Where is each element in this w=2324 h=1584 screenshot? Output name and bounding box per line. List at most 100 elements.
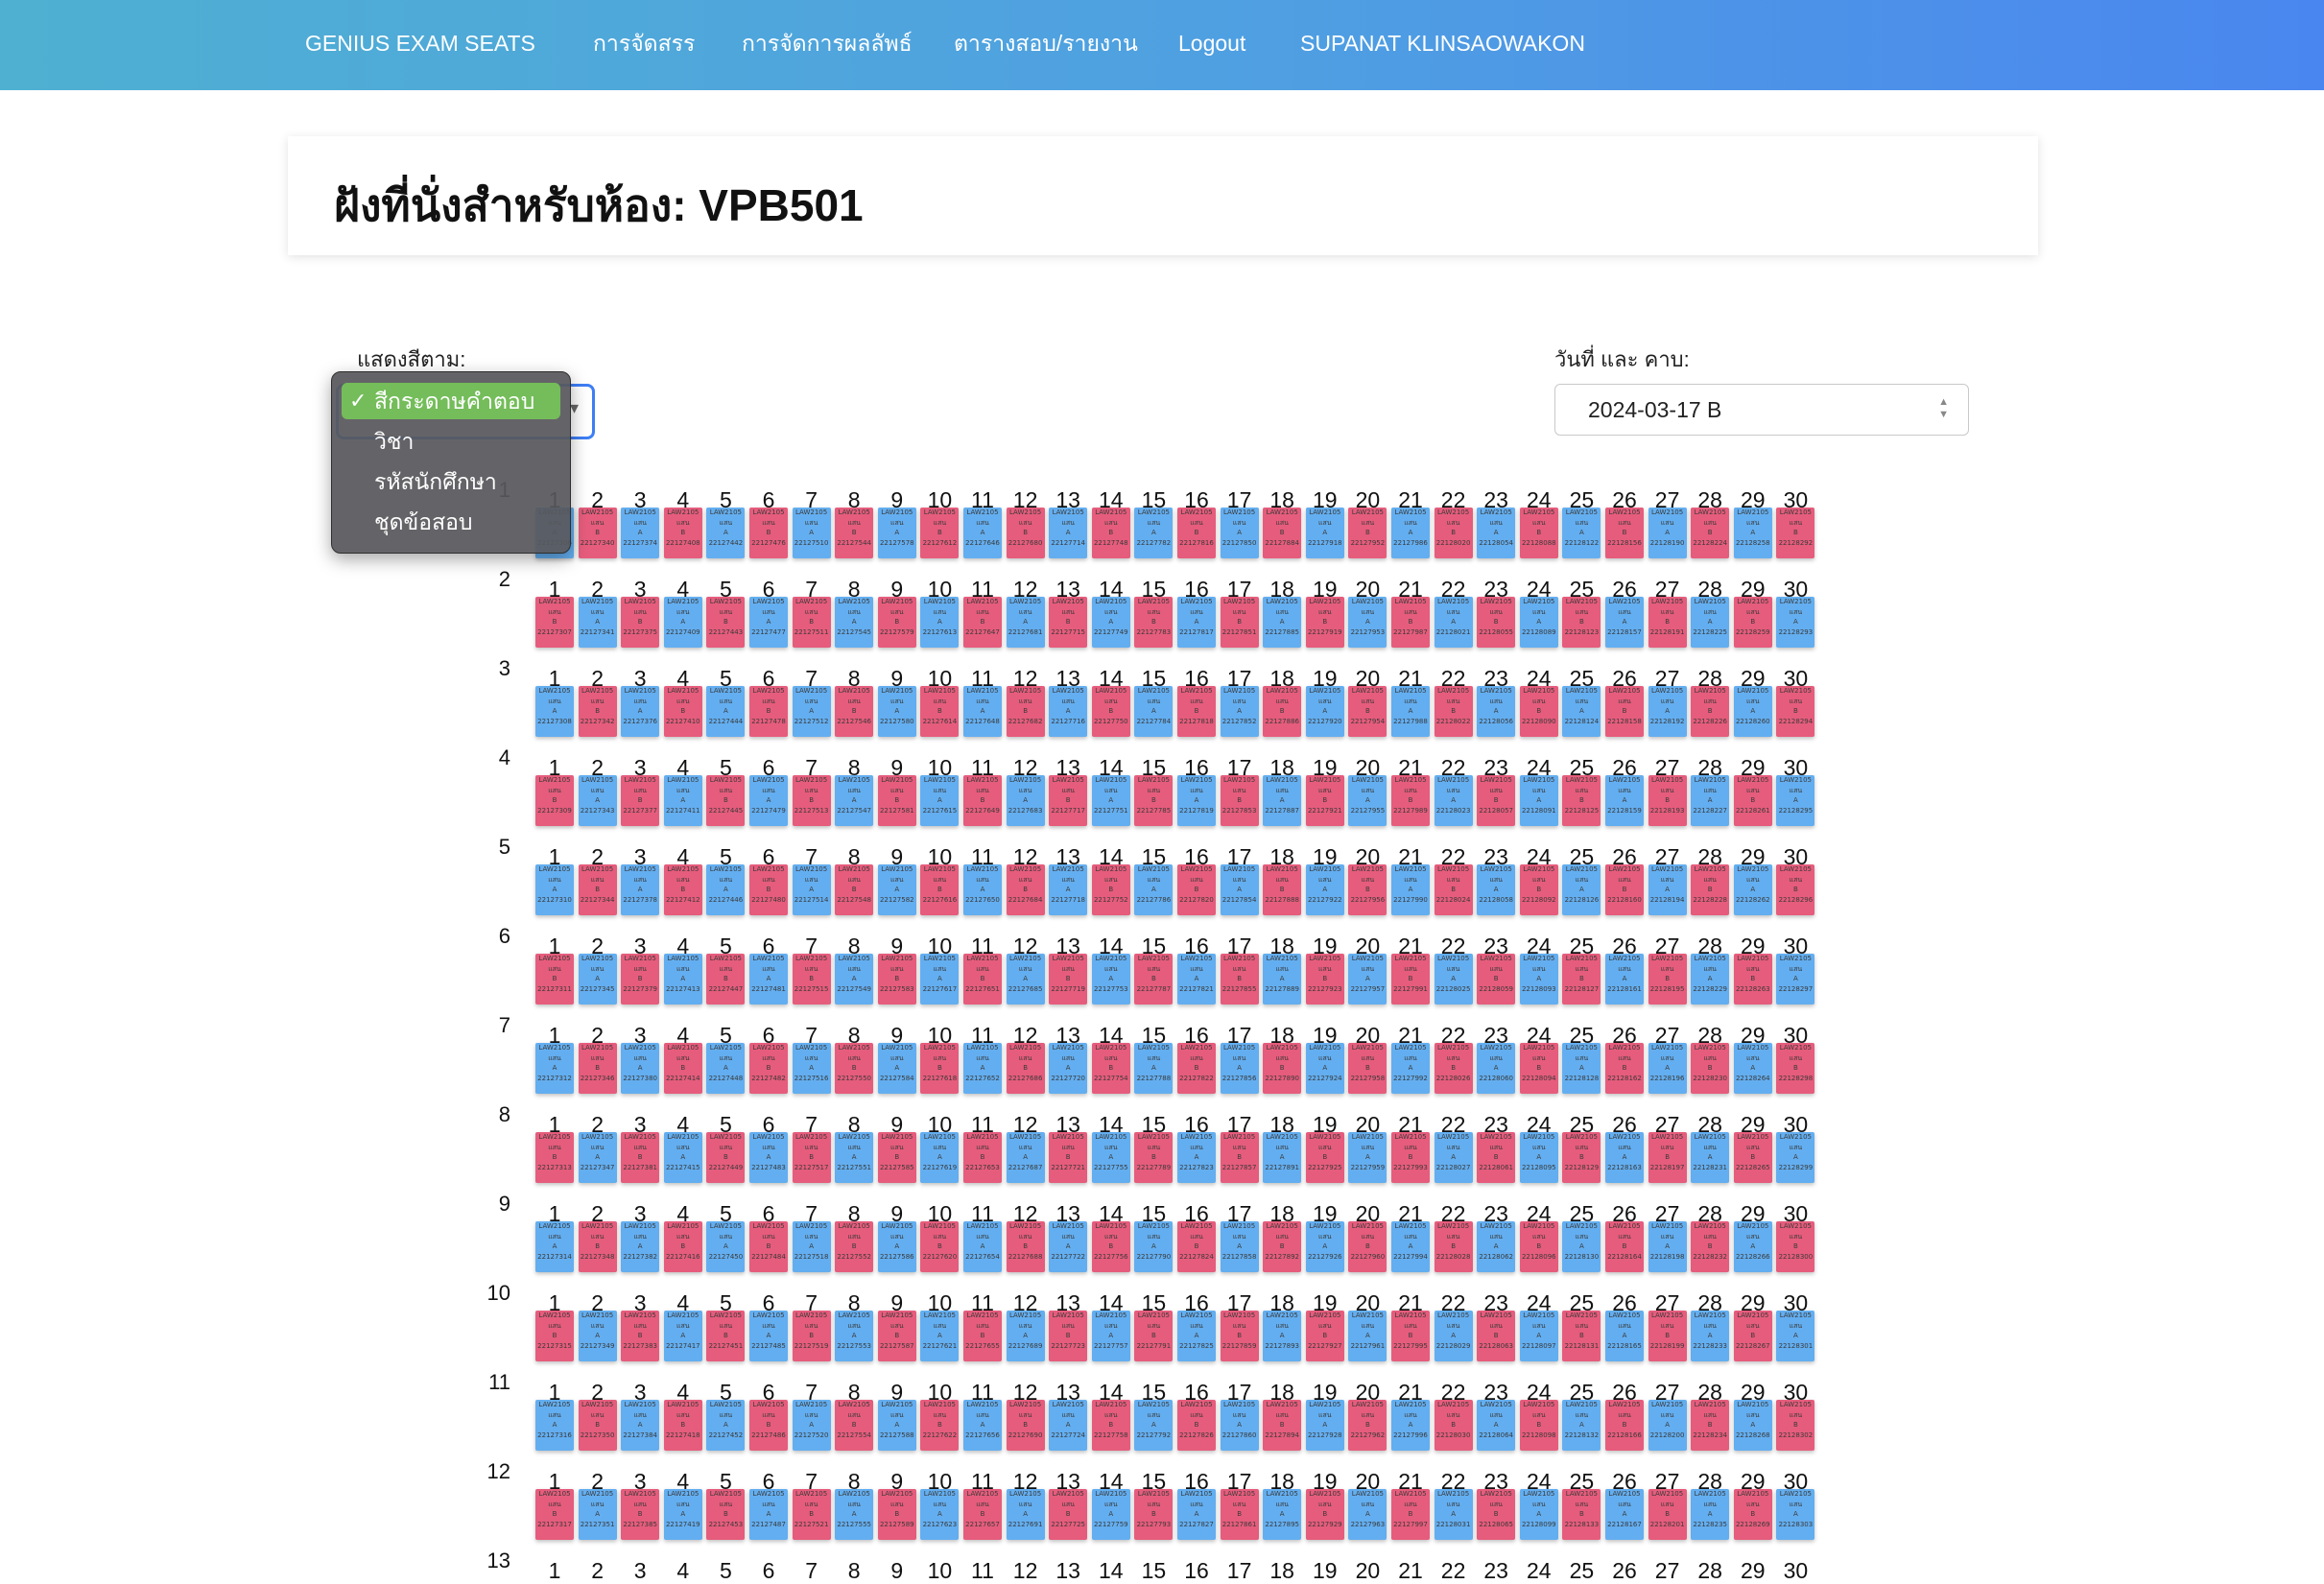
seat[interactable]: LAW2105 แสน B 22128156: [1605, 508, 1644, 558]
seat[interactable]: LAW2105 แสน A 22127759: [1091, 1489, 1130, 1540]
seat[interactable]: LAW2105 แสน A 22127588: [877, 1400, 916, 1451]
seat[interactable]: LAW2105 แสน B 22127379: [621, 954, 660, 1005]
seat[interactable]: LAW2105 แสน B 22127927: [1305, 1311, 1344, 1361]
seat[interactable]: LAW2105 แสน A 22128095: [1519, 1132, 1558, 1183]
seat[interactable]: LAW2105 แสน A 22127751: [1091, 775, 1130, 826]
color-option-answer-sheet[interactable]: ✓ สีกระดาษคำตอบ: [342, 383, 560, 419]
seat[interactable]: LAW2105 แสน A 22127411: [663, 775, 702, 826]
seat[interactable]: LAW2105 แสน A 22127413: [663, 954, 702, 1005]
seat[interactable]: LAW2105 แสน A 22127646: [963, 508, 1002, 558]
seat[interactable]: LAW2105 แสน B 22127962: [1348, 1400, 1387, 1451]
seat[interactable]: LAW2105 แสน B 22127725: [1049, 1489, 1088, 1540]
seat[interactable]: LAW2105 แสน B 22127997: [1391, 1489, 1430, 1540]
seat[interactable]: LAW2105 แสน A 22128029: [1434, 1311, 1473, 1361]
seat[interactable]: LAW2105 แสน B 22127517: [792, 1132, 831, 1183]
seat[interactable]: LAW2105 แสน B 22128228: [1691, 864, 1730, 915]
seat[interactable]: LAW2105 แสน B 22127515: [792, 954, 831, 1005]
seat[interactable]: LAW2105 แสน A 22127654: [963, 1221, 1002, 1272]
seat[interactable]: LAW2105 แสน A 22128025: [1434, 954, 1473, 1005]
seat[interactable]: LAW2105 แสน B 22127921: [1305, 775, 1344, 826]
seat[interactable]: LAW2105 แสน B 22127383: [621, 1311, 660, 1361]
seat[interactable]: LAW2105 แสน A 22127996: [1391, 1400, 1430, 1451]
seat[interactable]: LAW2105 แสน B 22127888: [1263, 864, 1302, 915]
seat[interactable]: LAW2105 แสน B 22128265: [1733, 1132, 1772, 1183]
seat[interactable]: LAW2105 แสน B 22127721: [1049, 1132, 1088, 1183]
seat[interactable]: LAW2105 แสน A 22127551: [835, 1132, 874, 1183]
seat[interactable]: LAW2105 แสน B 22127960: [1348, 1221, 1387, 1272]
seat[interactable]: LAW2105 แสน B 22128232: [1691, 1221, 1730, 1272]
seat[interactable]: LAW2105 แสน B 22127715: [1049, 597, 1088, 648]
seat[interactable]: LAW2105 แสน B 22127793: [1134, 1489, 1174, 1540]
seat[interactable]: LAW2105 แสน A 22127487: [749, 1489, 788, 1540]
seat[interactable]: LAW2105 แสน A 22127749: [1091, 597, 1130, 648]
seat[interactable]: LAW2105 แสน A 22127691: [1006, 1489, 1045, 1540]
seat[interactable]: LAW2105 แสน B 22127752: [1091, 864, 1130, 915]
seat[interactable]: LAW2105 แสน A 22127988: [1391, 686, 1430, 737]
seat[interactable]: LAW2105 แสน B 22127929: [1305, 1489, 1344, 1540]
seat[interactable]: LAW2105 แสน B 22127822: [1177, 1043, 1216, 1094]
seat[interactable]: LAW2105 แสน B 22127342: [578, 686, 617, 737]
seat[interactable]: LAW2105 แสน A 22128159: [1605, 775, 1644, 826]
seat[interactable]: LAW2105 แสน B 22127853: [1220, 775, 1259, 826]
seat[interactable]: LAW2105 แสน B 22127311: [535, 954, 574, 1005]
seat[interactable]: LAW2105 แสน A 22127553: [835, 1311, 874, 1361]
seat[interactable]: LAW2105 แสน A 22127784: [1134, 686, 1174, 737]
seat[interactable]: LAW2105 แสน B 22127550: [835, 1043, 874, 1094]
seat[interactable]: LAW2105 แสน A 22127582: [877, 864, 916, 915]
color-option-subject[interactable]: วิชา: [342, 423, 560, 460]
seat[interactable]: LAW2105 แสน A 22127417: [663, 1311, 702, 1361]
seat[interactable]: LAW2105 แสน A 22127656: [963, 1400, 1002, 1451]
seat[interactable]: LAW2105 แสน A 22128089: [1519, 597, 1558, 648]
seat[interactable]: LAW2105 แสน A 22127380: [621, 1043, 660, 1094]
seat[interactable]: LAW2105 แสน B 22127478: [749, 686, 788, 737]
seat[interactable]: LAW2105 แสน A 22128192: [1648, 686, 1687, 737]
seat[interactable]: LAW2105 แสน B 22127991: [1391, 954, 1430, 1005]
seat[interactable]: LAW2105 แสน A 22128266: [1733, 1221, 1772, 1272]
seat[interactable]: LAW2105 แสน A 22127520: [792, 1400, 831, 1451]
seat[interactable]: LAW2105 แสน A 22127753: [1091, 954, 1130, 1005]
seat[interactable]: LAW2105 แสน A 22127856: [1220, 1043, 1259, 1094]
seat[interactable]: LAW2105 แสน A 22127378: [621, 864, 660, 915]
seat[interactable]: LAW2105 แสน B 22128090: [1519, 686, 1558, 737]
seat[interactable]: LAW2105 แสน B 22127521: [792, 1489, 831, 1540]
seat[interactable]: LAW2105 แสน A 22127419: [663, 1489, 702, 1540]
seat[interactable]: LAW2105 แสน B 22128065: [1477, 1489, 1516, 1540]
seat[interactable]: LAW2105 แสน B 22128230: [1691, 1043, 1730, 1094]
seat[interactable]: LAW2105 แสน A 22127821: [1177, 954, 1216, 1005]
seat[interactable]: LAW2105 แสน A 22127755: [1091, 1132, 1130, 1183]
seat[interactable]: LAW2105 แสน A 22127312: [535, 1043, 574, 1094]
seat[interactable]: LAW2105 แสน B 22127956: [1348, 864, 1387, 915]
seat[interactable]: LAW2105 แสน A 22127683: [1006, 775, 1045, 826]
seat[interactable]: LAW2105 แสน A 22128130: [1562, 1221, 1601, 1272]
seat[interactable]: LAW2105 แสน B 22127315: [535, 1311, 574, 1361]
seat[interactable]: LAW2105 แสน A 22128295: [1776, 775, 1815, 826]
seat[interactable]: LAW2105 แสน A 22128064: [1477, 1400, 1516, 1451]
seat[interactable]: LAW2105 แสน B 22127651: [963, 954, 1002, 1005]
seat[interactable]: LAW2105 แสน B 22127513: [792, 775, 831, 826]
seat[interactable]: LAW2105 แสน B 22127919: [1305, 597, 1344, 648]
seat[interactable]: LAW2105 แสน B 22127787: [1134, 954, 1174, 1005]
seat[interactable]: LAW2105 แสน A 22127714: [1049, 508, 1088, 558]
seat[interactable]: LAW2105 แสน B 22127451: [706, 1311, 746, 1361]
seat[interactable]: LAW2105 แสน A 22127615: [920, 775, 960, 826]
seat[interactable]: LAW2105 แสน B 22127317: [535, 1489, 574, 1540]
seat[interactable]: LAW2105 แสน B 22127989: [1391, 775, 1430, 826]
seat[interactable]: LAW2105 แสน A 22128299: [1776, 1132, 1815, 1183]
seat[interactable]: LAW2105 แสน A 22127514: [792, 864, 831, 915]
seat[interactable]: LAW2105 แสน B 22127618: [920, 1043, 960, 1094]
seat[interactable]: LAW2105 แสน B 22127544: [835, 508, 874, 558]
seat[interactable]: LAW2105 แสน A 22128128: [1562, 1043, 1601, 1094]
seat[interactable]: LAW2105 แสน B 22128133: [1562, 1489, 1601, 1540]
seat[interactable]: LAW2105 แสน B 22128162: [1605, 1043, 1644, 1094]
seat[interactable]: LAW2105 แสน B 22127717: [1049, 775, 1088, 826]
seat[interactable]: LAW2105 แสน B 22127682: [1006, 686, 1045, 737]
seat[interactable]: LAW2105 แสน B 22128292: [1776, 508, 1815, 558]
seat[interactable]: LAW2105 แสน B 22127519: [792, 1311, 831, 1361]
seat[interactable]: LAW2105 แสน B 22128063: [1477, 1311, 1516, 1361]
seat[interactable]: LAW2105 แสน B 22128057: [1477, 775, 1516, 826]
seat[interactable]: LAW2105 แสน A 22127444: [706, 686, 746, 737]
seat[interactable]: LAW2105 แสน B 22128030: [1434, 1400, 1473, 1451]
seat[interactable]: LAW2105 แสน B 22128298: [1776, 1043, 1815, 1094]
seat[interactable]: LAW2105 แสน A 22128027: [1434, 1132, 1473, 1183]
seat[interactable]: LAW2105 แสน B 22127923: [1305, 954, 1344, 1005]
